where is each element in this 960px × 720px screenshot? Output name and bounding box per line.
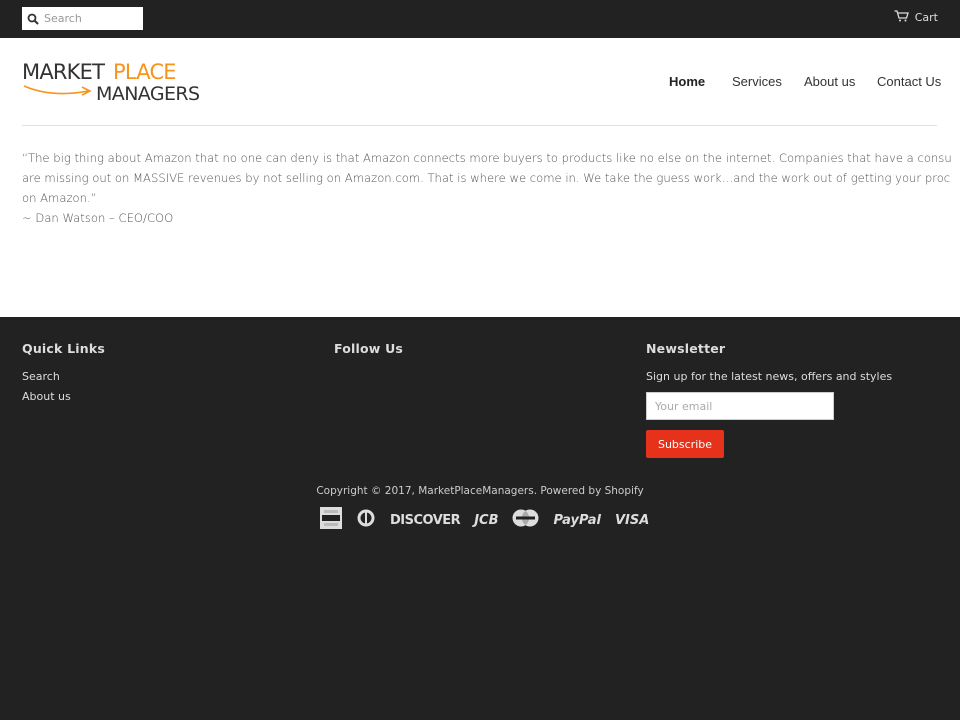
search-box[interactable] (22, 7, 143, 30)
newsletter-title: Newsletter (646, 341, 726, 356)
search-input[interactable] (44, 8, 139, 29)
nav-contact-us[interactable]: Contact Us (877, 74, 941, 89)
copyright-prefix: Copyright © 2017, (316, 485, 419, 497)
main-nav: Home Services About us Contact Us (0, 74, 960, 90)
newsletter-text: Sign up for the latest news, offers and … (646, 370, 893, 383)
diners-club-icon (356, 509, 376, 531)
footer-quick-links: Quick Links Search About us (22, 341, 105, 410)
cart-link[interactable]: Cart (894, 10, 938, 25)
quote-text-line: “The big thing about Amazon that no one … (22, 151, 952, 165)
cart-icon (894, 10, 909, 25)
payment-icons: DISCOVER JCB PayPal VISA (320, 507, 650, 533)
nav-home[interactable]: Home (669, 74, 705, 89)
quote-text-line: are missing out on MASSIVE revenues by n… (22, 171, 951, 185)
nav-about-us[interactable]: About us (804, 74, 855, 89)
powered-by-link[interactable]: Powered by Shopify (540, 485, 643, 497)
copyright-brand-link[interactable]: MarketPlaceManagers (418, 485, 534, 497)
site-footer: Quick Links Search About us Follow Us Ne… (0, 317, 960, 720)
footer-link-about-us[interactable]: About us (22, 390, 105, 403)
discover-icon: DISCOVER (390, 512, 461, 528)
quote-text-line: on Amazon.” (22, 191, 97, 205)
follow-us-title: Follow Us (334, 341, 404, 356)
quote-block: “The big thing about Amazon that no one … (22, 148, 960, 228)
cart-label: Cart (914, 11, 938, 24)
subscribe-button[interactable]: Subscribe (646, 430, 724, 458)
amex-icon (320, 507, 342, 533)
search-icon[interactable] (22, 7, 44, 30)
top-bar: Cart (0, 0, 960, 38)
mastercard-icon (512, 509, 539, 531)
footer-newsletter: Newsletter Sign up for the latest news, … (646, 341, 892, 458)
footer-link-search[interactable]: Search (22, 370, 105, 383)
quote-attribution: ~ Dan Watson – CEO/COO (22, 211, 174, 225)
paypal-icon: PayPal (553, 512, 601, 528)
quick-links-title: Quick Links (22, 341, 105, 356)
email-input[interactable] (646, 392, 834, 420)
header-divider (22, 125, 937, 126)
main-content: MARKET PLACE MANAGERS Home Services Abou… (0, 38, 960, 317)
nav-services[interactable]: Services (732, 74, 782, 89)
copyright: Copyright © 2017, MarketPlaceManagers. P… (0, 485, 960, 497)
visa-icon: VISA (614, 512, 650, 528)
footer-follow-us: Follow Us (334, 341, 403, 370)
jcb-icon: JCB (474, 512, 499, 528)
